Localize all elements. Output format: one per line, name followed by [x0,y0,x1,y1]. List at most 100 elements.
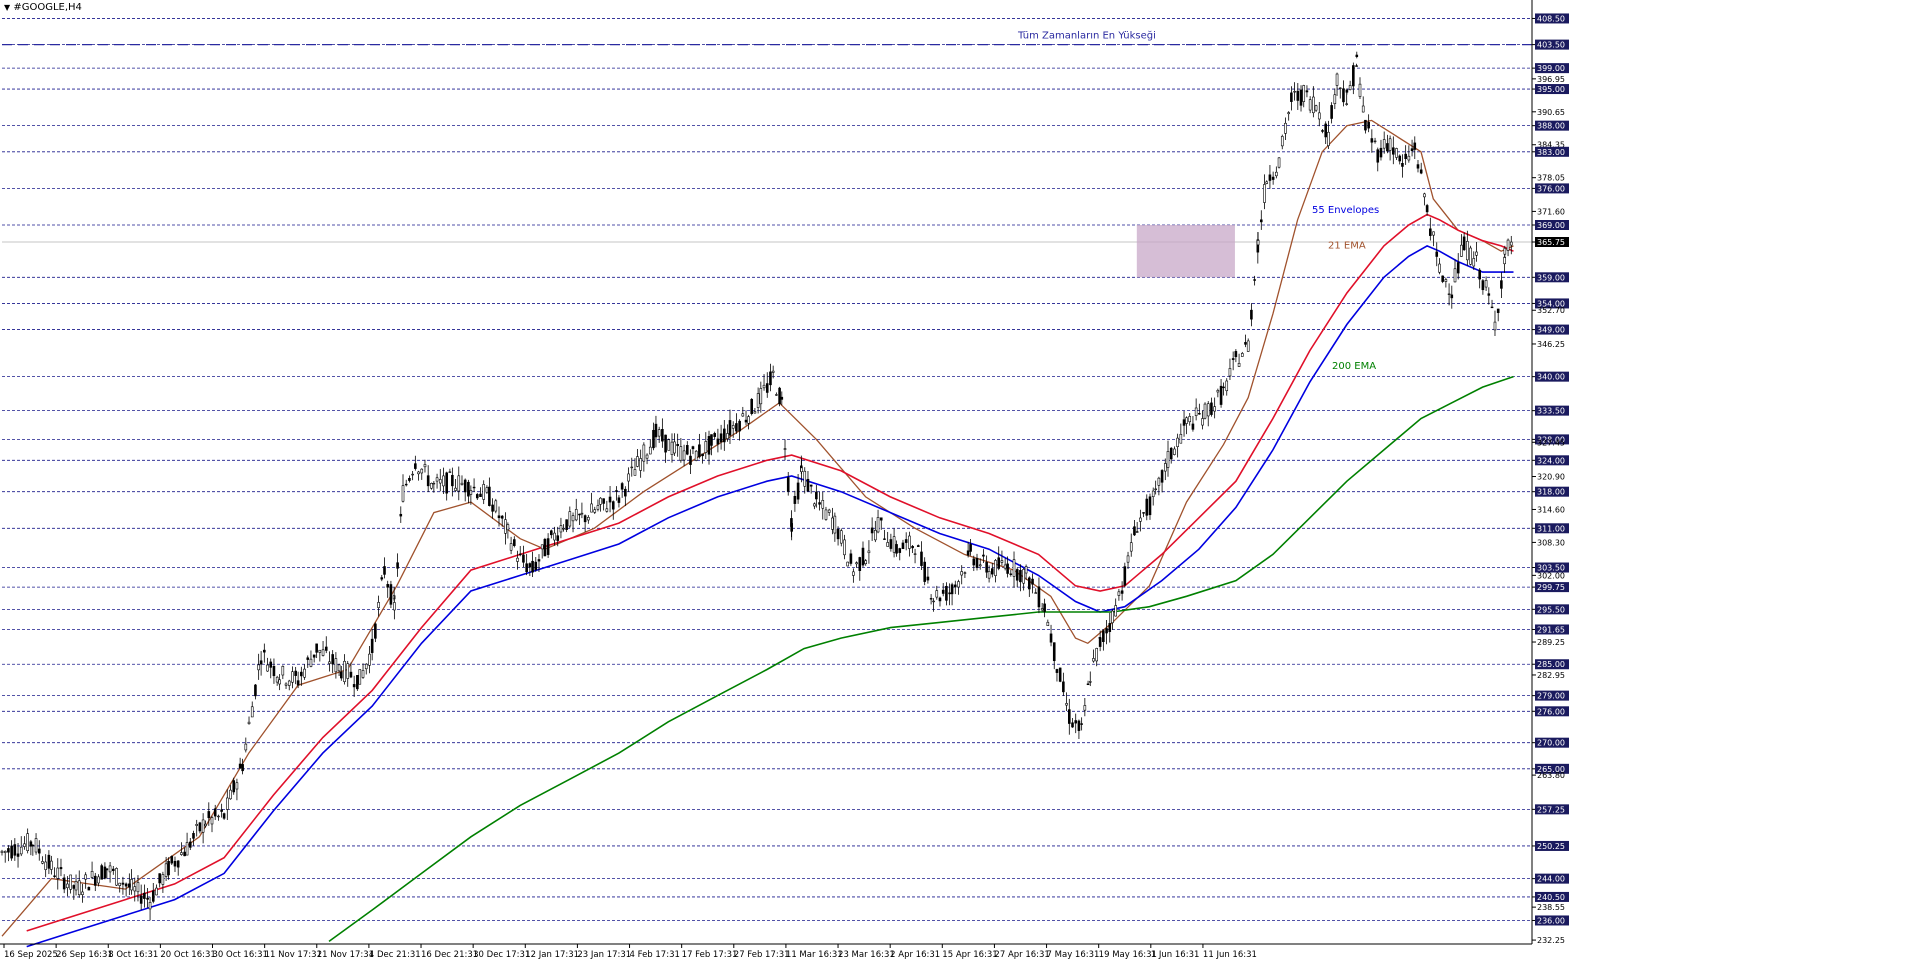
candle-body-464 [1410,148,1414,152]
candle-body-32 [100,865,103,880]
candle-body-472 [1435,251,1439,257]
candle-body-190 [583,515,587,523]
price-tick-label-34: 289.25 [1537,638,1565,647]
candle-body-452 [1373,140,1377,143]
candle-body-260 [796,482,800,500]
candle-body-10 [31,844,35,847]
candle-body-146 [448,471,452,473]
price-tick-label-9: 378.05 [1537,174,1565,183]
price-tick-label-38: 276.00 [1537,707,1565,716]
candle-body-303 [926,576,930,581]
candle-body-75 [232,780,236,793]
candle-body-414 [1263,184,1266,203]
candle-body-356 [1088,681,1092,683]
candle-body-474 [1441,275,1444,282]
candle-body-274 [836,528,840,540]
candle-body-117 [361,670,365,678]
candle-body-389 [1188,416,1192,423]
candle-body-240 [738,420,741,432]
candle-body-383 [1169,447,1173,460]
candle-body-69 [213,808,217,817]
candle-body-254 [780,396,784,400]
candle-body-72 [222,813,226,819]
candle-body-310 [948,592,951,595]
candle-body-18 [56,867,60,879]
time-tick-label-13: 17 Feb 17:31 [682,950,738,960]
candle-body-92 [284,683,288,686]
candle-body-149 [457,475,461,492]
candle-body-334 [1022,569,1025,584]
candle-body-103 [318,649,322,653]
candle-body-324 [991,568,994,575]
candle-body-355 [1086,683,1090,686]
price-chart[interactable]: Tüm Zamanların En Yükseği 55 Envelopes 2… [0,0,1916,963]
candle-body-384 [1173,448,1176,455]
candle-body-162 [497,515,501,519]
candle-body-488 [1484,280,1488,288]
candle-body-83 [257,664,260,671]
candle-body-131 [401,485,405,502]
candle-body-423 [1290,92,1293,102]
candle-body-289 [883,538,886,540]
candle-body-5 [16,853,20,857]
candle-body-204 [627,473,630,482]
candle-body-37 [115,868,118,886]
symbol-title[interactable]: ▼ #GOOGLE,H4 [4,2,82,13]
candle-body-407 [1244,342,1247,345]
candle-body-87 [269,661,273,668]
candle-body-284 [867,550,871,554]
candle-body-20 [62,877,66,890]
price-tick-label-4: 395.00 [1537,85,1565,94]
candle-body-436 [1330,105,1333,119]
candle-body-306 [935,590,939,598]
candle-body-315 [963,572,967,574]
candle-body-2 [7,848,10,853]
candle-body-65 [201,819,205,833]
candle-body-322 [985,562,988,573]
candle-body-339 [1037,586,1041,608]
candle-body-41 [128,883,131,888]
candle-body-62 [192,833,195,839]
candle-body-30 [93,875,97,886]
chart-window[interactable]: Tüm Zamanların En Yükseği 55 Envelopes 2… [0,0,1916,963]
candle-body-481 [1462,236,1466,251]
candle-body-326 [997,557,1001,569]
candle-body-121 [374,623,377,639]
time-tick-label-8: 16 Dec 21:31 [421,950,478,960]
candle-body-247 [759,388,763,405]
candle-body-394 [1203,403,1207,419]
candle-body-327 [1000,560,1004,563]
candle-body-91 [281,666,285,676]
candle-body-96 [296,680,300,686]
candle-body-496 [1506,239,1510,251]
candle-body-302 [923,561,926,582]
candle-body-273 [833,515,837,534]
envelopes-label: 55 Envelopes [1312,205,1379,216]
candle-body-1 [3,850,7,853]
triangle-down-icon[interactable]: ▼ [4,3,10,12]
candle-body-388 [1185,417,1188,424]
candle-body-93 [287,680,291,686]
candle-body-157 [482,484,486,500]
candle-body-170 [522,554,525,563]
candle-body-494 [1503,256,1506,265]
candle-body-286 [874,530,877,541]
candle-body-341 [1043,603,1046,612]
candle-body-245 [753,411,757,414]
candle-body-400 [1222,386,1225,389]
candle-body-458 [1392,147,1395,155]
candle-body-209 [642,444,646,462]
candle-body-374 [1142,512,1145,514]
candle-body-487 [1481,280,1485,291]
candle-body-188 [578,513,581,516]
candle-body-199 [611,501,615,510]
candle-body-479 [1456,262,1460,274]
candle-body-434 [1324,123,1327,138]
candle-body-58 [180,852,183,855]
candle-body-110 [340,671,343,679]
candle-body-431 [1314,105,1318,111]
candle-body-71 [220,809,223,812]
candle-body-173 [531,560,534,573]
candle-body-421 [1284,122,1287,134]
candle-body-307 [938,597,942,602]
